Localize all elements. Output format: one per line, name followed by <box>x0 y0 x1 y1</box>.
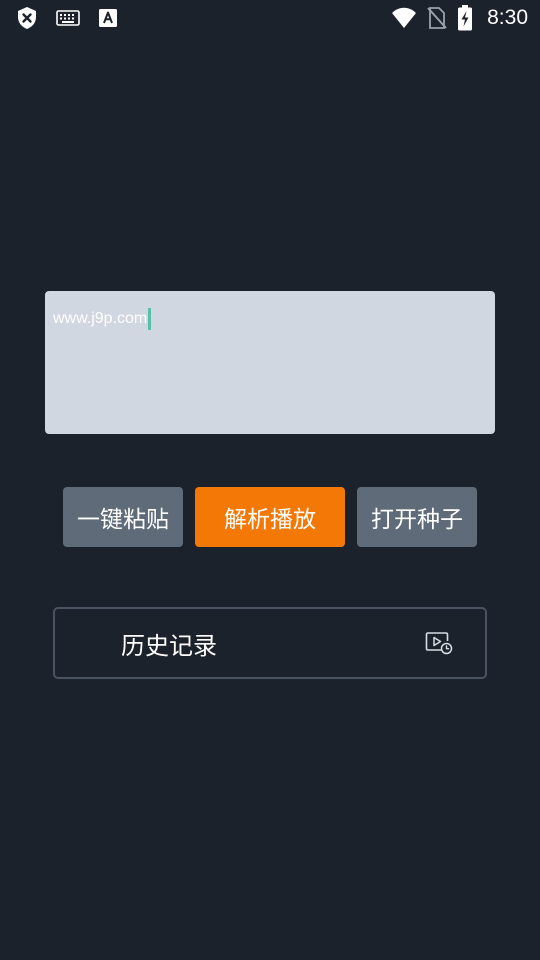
history-button[interactable]: 历史记录 <box>53 607 487 679</box>
open-torrent-button[interactable]: 打开种子 <box>357 487 477 547</box>
url-input-text: www.j9p.com <box>53 310 148 327</box>
status-bar: 8:30 <box>0 0 540 36</box>
paste-button[interactable]: 一键粘贴 <box>63 487 183 547</box>
keyboard-icon <box>56 10 80 26</box>
status-bar-left <box>16 6 118 30</box>
status-time: 8:30 <box>487 6 528 29</box>
play-history-icon <box>425 631 453 655</box>
font-a-icon <box>98 8 118 28</box>
no-sim-icon <box>427 6 447 30</box>
history-label: 历史记录 <box>121 631 217 660</box>
app-screen: 8:30 www.j9p.com 一键粘贴 解析播放 打开种子 历史记录 <box>0 0 540 960</box>
text-caret <box>148 308 152 330</box>
status-bar-right: 8:30 <box>391 4 528 32</box>
shield-x-icon <box>16 6 38 30</box>
wifi-icon <box>391 7 417 29</box>
url-input[interactable]: www.j9p.com <box>45 291 495 434</box>
battery-charging-icon <box>457 5 473 31</box>
parse-play-button[interactable]: 解析播放 <box>195 487 345 547</box>
